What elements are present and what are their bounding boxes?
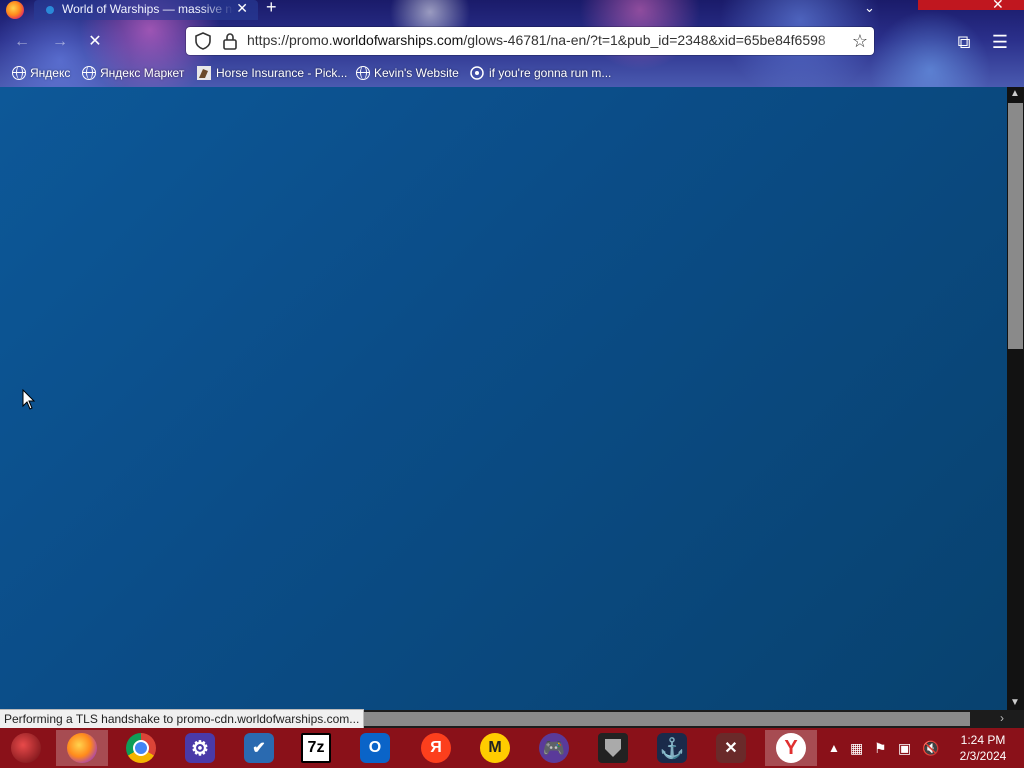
window-close-button[interactable]: ✕ xyxy=(992,0,1004,13)
browser-chrome: World of Warships — massive naval battle… xyxy=(0,0,1024,87)
scroll-up-arrow-icon[interactable]: ▲ xyxy=(1010,88,1020,99)
custom-icon xyxy=(470,66,484,80)
tab-close-icon[interactable]: ✕ xyxy=(236,0,248,17)
firefox-menu-icon[interactable] xyxy=(6,1,24,19)
globe-icon xyxy=(12,66,26,80)
stop-loading-button[interactable]: ✕ xyxy=(83,30,107,54)
flag-icon[interactable]: ⚑ xyxy=(874,728,887,768)
bookmark-yandex-market[interactable]: Яндекс Маркет xyxy=(82,64,184,82)
vertical-scrollbar[interactable]: ▲ ▼ xyxy=(1007,87,1024,710)
start-icon xyxy=(11,733,41,763)
forward-button[interactable]: → xyxy=(48,30,72,54)
taskbar-settings[interactable]: ⚙ xyxy=(174,730,226,766)
bookmark-label: Яндекс xyxy=(30,66,71,80)
taskbar-yandex-browser[interactable]: Y xyxy=(765,730,817,766)
globe-icon xyxy=(356,66,370,80)
page-content[interactable] xyxy=(0,87,1007,710)
url-text[interactable]: https://promo.worldofwarships.com/glows-… xyxy=(247,32,841,48)
firefox-icon xyxy=(67,733,97,763)
checklist-icon: ✔ xyxy=(244,733,274,763)
taskbar-firefox[interactable] xyxy=(56,730,108,766)
bookmark-label: Яндекс Маркет xyxy=(100,66,185,80)
bookmarks-toolbar: Яндекс Яндекс Маркет Horse Insurance - P… xyxy=(0,63,1024,83)
bookmark-label: Horse Insurance - Pick... xyxy=(216,66,348,80)
tab-title: World of Warships — massive naval battle… xyxy=(62,2,234,16)
url-prefix: https://promo. xyxy=(247,32,333,48)
clock-date: 2/3/2024 xyxy=(959,749,1007,763)
status-text: Performing a TLS handshake to promo-cdn.… xyxy=(0,709,365,728)
display-icon[interactable]: ▣ xyxy=(898,728,911,768)
bookmark-label: if you're gonna run m... xyxy=(489,66,612,80)
taskbar-outlook[interactable]: O xyxy=(349,730,401,766)
volume-muted-icon[interactable]: 🔇 xyxy=(922,728,939,768)
app-menu-icon[interactable]: ☰ xyxy=(987,29,1013,55)
globe-icon xyxy=(82,66,96,80)
new-tab-button[interactable]: + xyxy=(266,0,277,18)
tracking-protection-shield-icon[interactable] xyxy=(194,32,212,50)
taskbar-7zip[interactable]: 7z xyxy=(290,730,342,766)
taskbar: ⚙ ✔ 7z O Я M 🎮 ⚓ ✕ Y ▲ ▦ ⚑ ▣ 🔇 1:24 PM 2… xyxy=(0,728,1024,768)
crossed-swords-icon: ✕ xyxy=(716,733,746,763)
taskbar-world-of-warships[interactable]: ⚓ xyxy=(646,730,698,766)
url-suffix: /glows-46781/na-en/?t=1&pub_id=2348&xid=… xyxy=(463,32,826,48)
taskbar-yandex-market[interactable]: M xyxy=(469,730,521,766)
horse-icon xyxy=(197,66,211,80)
start-button[interactable] xyxy=(0,730,52,766)
taskbar-task-app[interactable]: ✔ xyxy=(233,730,285,766)
vertical-scroll-thumb[interactable] xyxy=(1008,103,1023,349)
lock-icon[interactable] xyxy=(222,32,238,50)
gear-icon: ⚙ xyxy=(185,733,215,763)
scroll-down-arrow-icon[interactable]: ▼ xyxy=(1010,697,1020,708)
yandex-icon: Я xyxy=(421,733,451,763)
yandex-browser-icon: Y xyxy=(776,733,806,763)
tray-overflow-arrow[interactable]: ▲ xyxy=(828,728,840,768)
outlook-icon: O xyxy=(360,733,390,763)
bookmark-star-icon[interactable]: ☆ xyxy=(852,31,868,52)
list-all-tabs-button[interactable]: ⌄ xyxy=(864,0,875,16)
taskbar-game-app[interactable]: ✕ xyxy=(705,730,757,766)
bookmark-yandex[interactable]: Яндекс xyxy=(12,64,70,82)
taskbar-yandex[interactable]: Я xyxy=(410,730,462,766)
url-domain: worldofwarships.com xyxy=(332,32,464,48)
tab-bar: World of Warships — massive naval battle… xyxy=(0,0,1024,20)
mouse-cursor-icon xyxy=(22,389,36,410)
taskbar-chrome[interactable] xyxy=(115,730,167,766)
game-controller-icon: 🎮 xyxy=(539,733,569,763)
navigation-toolbar: ← → ✕ https://promo.worldofwarships.com/… xyxy=(0,26,1024,58)
tab-favicon-icon xyxy=(46,6,54,14)
address-bar[interactable]: https://promo.worldofwarships.com/glows-… xyxy=(186,27,874,55)
chrome-icon xyxy=(126,733,156,763)
network-icon[interactable]: ▦ xyxy=(850,728,863,768)
bookmark-if-youre-gonna-run[interactable]: if you're gonna run m... xyxy=(469,64,611,82)
world-of-tanks-icon xyxy=(598,733,628,763)
yandex-market-icon: M xyxy=(480,733,510,763)
bookmark-label: Kevin's Website xyxy=(374,66,459,80)
window-controls xyxy=(918,0,1024,10)
bookmark-horse-insurance[interactable]: Horse Insurance - Pick... xyxy=(196,64,347,82)
clock-time: 1:24 PM xyxy=(960,733,1006,747)
extensions-icon[interactable]: ⧉ xyxy=(951,29,977,55)
back-button[interactable]: ← xyxy=(10,30,34,54)
scroll-right-arrow-icon[interactable]: › xyxy=(1000,711,1004,725)
clock[interactable]: 1:24 PM 2/3/2024 xyxy=(948,732,1018,764)
tab-world-of-warships[interactable]: World of Warships — massive naval battle… xyxy=(34,0,258,20)
7zip-icon: 7z xyxy=(301,733,331,763)
horizontal-scroll-thumb[interactable] xyxy=(360,712,970,726)
taskbar-game-controller[interactable]: 🎮 xyxy=(528,730,580,766)
taskbar-world-of-tanks[interactable] xyxy=(587,730,639,766)
bookmark-kevins-website[interactable]: Kevin's Website xyxy=(356,64,459,82)
anchor-icon: ⚓ xyxy=(657,733,687,763)
